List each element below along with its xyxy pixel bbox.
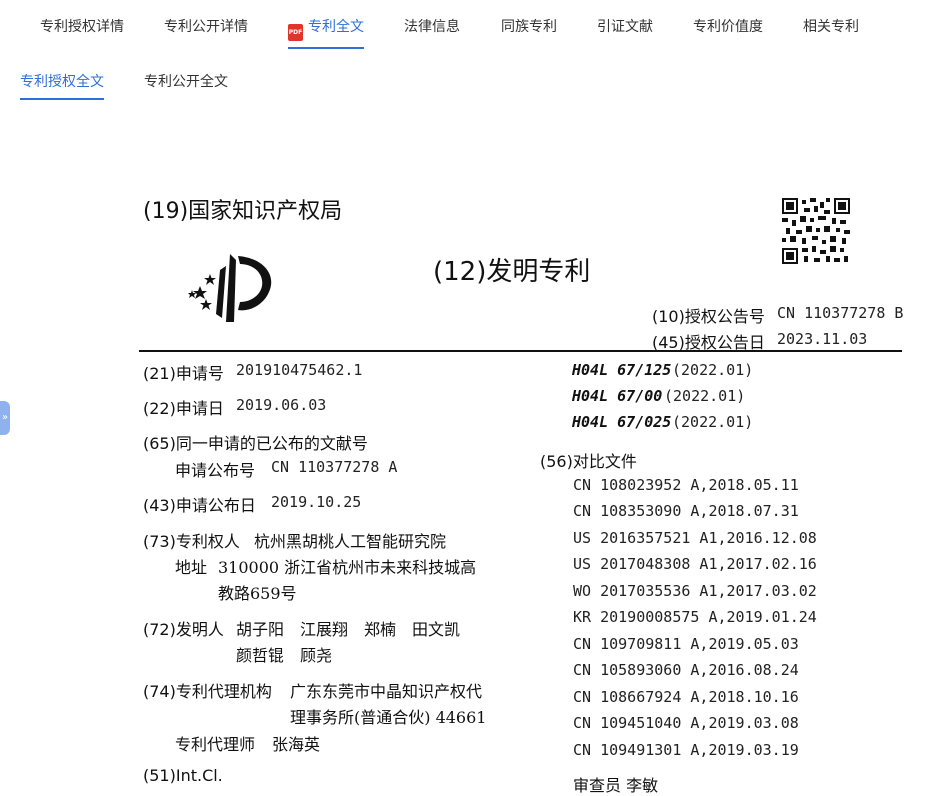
cited-document: CN 108023952 A,2018.05.11	[573, 476, 799, 494]
application-date-label: (22)申请日	[143, 395, 224, 419]
ipc-code: H04L 67/025	[572, 413, 671, 431]
document-type: (12)发明专利	[433, 251, 590, 288]
issuing-office: (19)国家知识产权局	[143, 193, 342, 225]
cited-document: WO 2017035536 A1,2017.03.02	[573, 582, 817, 600]
address-label: 地址	[175, 554, 207, 578]
ipc-version: (2022.01)	[664, 387, 745, 405]
cited-document: KR 20190008575 A,2019.01.24	[573, 608, 817, 626]
inventor-label: (72)发明人	[143, 616, 224, 640]
application-publication-date: 2019.10.25	[271, 493, 361, 511]
inventors-line-1: 胡子阳 江展翔 郑楠 田文凯	[236, 616, 460, 640]
agency-label: (74)专利代理机构	[143, 678, 272, 702]
cited-document: US 2017048308 A1,2017.02.16	[573, 555, 817, 573]
patentee: 杭州黑胡桃人工智能研究院	[254, 528, 446, 552]
cited-document: US 2016357521 A1,2016.12.08	[573, 529, 817, 547]
patentee-label: (73)专利权人	[143, 528, 240, 552]
address-line-2: 教路659号	[218, 580, 297, 604]
application-publication-date-label: (43)申请公布日	[143, 492, 256, 516]
cited-document: CN 109491301 A,2019.03.19	[573, 741, 799, 759]
grant-pub-number-label: (10)授权公告号	[652, 303, 765, 327]
cited-documents-label: (56)对比文件	[540, 448, 637, 472]
agent-label: 专利代理师	[175, 731, 255, 755]
prior-publication-label: (65)同一申请的已公布的文献号	[143, 430, 368, 454]
cited-document: CN 108667924 A,2018.10.16	[573, 688, 799, 706]
application-number: 201910475462.1	[236, 361, 362, 379]
agent: 张海英	[272, 731, 320, 755]
qr-code	[782, 198, 850, 264]
int-cl-label: (51)Int.Cl.	[143, 766, 223, 785]
grant-pub-number: CN 110377278 B	[777, 304, 903, 322]
ipc-code: H04L 67/00	[572, 387, 662, 405]
cited-document: CN 105893060 A,2016.08.24	[573, 661, 799, 679]
examiner: 审查员 李敏	[573, 772, 658, 796]
ipc-version: (2022.01)	[672, 361, 753, 379]
address-line-1: 310000 浙江省杭州市未来科技城高	[218, 554, 476, 578]
cnipa-logo-icon	[186, 252, 278, 324]
cited-document: CN 108353090 A,2018.07.31	[573, 502, 799, 520]
inventors-line-2: 颜哲锟 顾尧	[236, 642, 332, 666]
agency-line-2: 理事务所(普通合伙) 44661	[290, 704, 486, 728]
ipc-version: (2022.01)	[672, 413, 753, 431]
patent-document: (19)国家知识产权局	[0, 0, 938, 781]
application-number-label: (21)申请号	[143, 360, 224, 384]
application-date: 2019.06.03	[236, 396, 326, 414]
grant-pub-date: 2023.11.03	[777, 330, 867, 348]
ipc-code: H04L 67/125	[572, 361, 671, 379]
prior-publication-number: CN 110377278 A	[271, 458, 397, 476]
agency-line-1: 广东东莞市中晶知识产权代	[290, 678, 482, 702]
divider-line	[139, 350, 902, 352]
cited-document: CN 109451040 A,2019.03.08	[573, 714, 799, 732]
prior-publication-sub-label: 申请公布号	[175, 457, 255, 481]
cited-document: CN 109709811 A,2019.05.03	[573, 635, 799, 653]
